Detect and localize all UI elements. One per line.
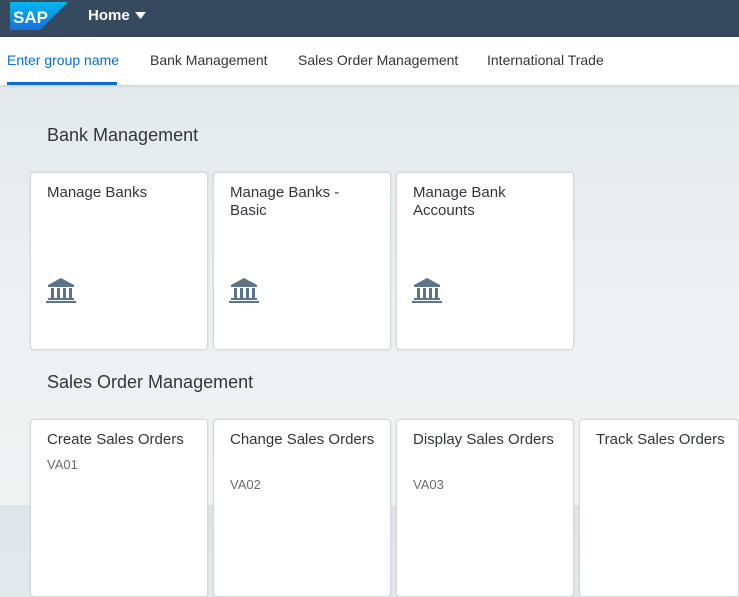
tile-subtitle: VA03 — [413, 477, 444, 492]
shell-bar: SAP Home — [0, 0, 739, 37]
bank-icon — [46, 278, 76, 303]
tile-title: Manage Bank Accounts — [413, 184, 506, 219]
sap-logo[interactable]: SAP — [10, 2, 68, 30]
bank-icon — [412, 278, 442, 303]
tile-title: Display Sales Orders — [413, 431, 554, 448]
tab-enter-group-name[interactable]: Enter group name — [7, 51, 119, 69]
tab-international-trade[interactable]: International Trade — [487, 51, 604, 69]
home-menu-button[interactable]: Home — [88, 6, 146, 26]
tile-title: Track Sales Orders — [596, 431, 725, 448]
tile-change-sales-orders[interactable]: Change Sales Orders VA02 — [213, 419, 391, 597]
tile-display-sales-orders[interactable]: Display Sales Orders VA03 — [396, 419, 574, 597]
logo-text: SAP — [13, 8, 48, 27]
bank-icon — [229, 278, 259, 303]
tile-track-sales-orders[interactable]: Track Sales Orders — [579, 419, 739, 597]
active-tab-indicator — [7, 82, 117, 85]
tab-sales-order-management[interactable]: Sales Order Management — [298, 51, 458, 69]
home-label: Home — [88, 7, 130, 24]
tile-create-sales-orders[interactable]: Create Sales Orders VA01 — [30, 419, 208, 597]
tile-manage-banks-basic[interactable]: Manage Banks - Basic — [213, 172, 391, 350]
group-tab-bar: Enter group name Bank Management Sales O… — [0, 37, 739, 85]
tile-manage-bank-accounts[interactable]: Manage Bank Accounts — [396, 172, 574, 350]
tile-title: Create Sales Orders — [47, 431, 184, 448]
tile-manage-banks[interactable]: Manage Banks — [30, 172, 208, 350]
tile-title: Manage Banks - Basic — [230, 184, 340, 219]
group-title-bank-management: Bank Management — [47, 125, 199, 145]
tile-title: Manage Banks — [47, 184, 148, 201]
tab-bank-management[interactable]: Bank Management — [150, 51, 268, 69]
group-title-sales-order-management: Sales Order Management — [47, 372, 254, 392]
tile-title: Change Sales Orders — [230, 431, 375, 448]
tile-subtitle: VA01 — [47, 457, 78, 472]
tile-subtitle: VA02 — [230, 477, 261, 492]
caret-down-icon — [134, 12, 146, 19]
